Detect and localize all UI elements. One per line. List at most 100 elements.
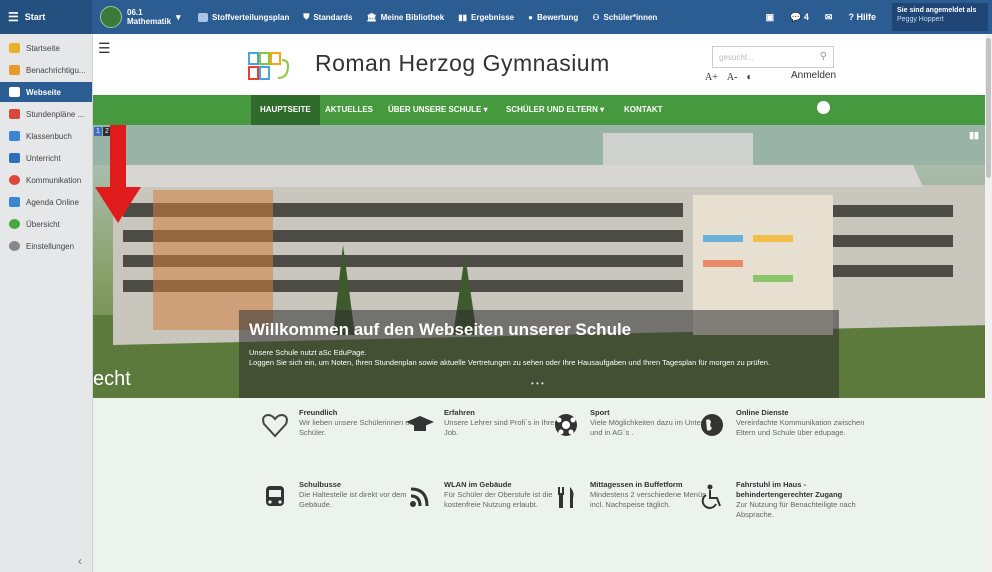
feature-online-dienste: Online Dienste Vereinfachte Kommunikatio… [701,408,866,438]
site-header: ☰ Roman Herzog Gymnasium gesucht... ⚲ A+… [93,34,985,95]
school-logo [248,52,290,80]
scrollbar-thumb[interactable] [986,38,991,178]
students-icon: ⚇ [592,12,600,22]
bus-icon [266,486,284,506]
top-bar: ☰ Start 06.1 Mathematik ▾ Stoffverteilung… [0,0,992,34]
graduation-cap-icon [406,416,434,431]
class-code: 06.1 [127,8,143,17]
nav-kontakt[interactable]: KONTAKT [624,95,663,125]
screenshot-icon[interactable]: ▣ [766,12,775,23]
accessibility-bar: A+ A- ◐ [705,72,752,83]
library-icon: 🏛 [366,12,377,22]
font-smaller-button[interactable]: A- [727,72,738,83]
star-icon [9,43,20,53]
sidebar-item-einstellungen[interactable]: Einstellungen [0,236,92,256]
sidebar-collapse-button[interactable]: ‹ [78,554,82,568]
feature-title: Fahrstuhl im Haus - behindertengerechter… [736,480,843,499]
search-icon[interactable]: ⚲ [820,51,827,62]
globe-icon [701,414,723,436]
chevron-down-icon: ▾ [176,11,181,22]
hamburger-menu-icon[interactable]: ☰ [98,40,111,57]
search-placeholder: gesucht... [719,53,754,62]
feature-title: Online Dienste [736,408,789,417]
sidebar-item-webseite[interactable]: Webseite [0,82,92,102]
mail-icon[interactable]: ✉ [825,12,833,23]
envelope-icon [9,65,20,75]
sidebar-item-kommunikation[interactable]: Kommunikation [0,170,92,190]
slider-dots[interactable]: • • • [531,379,544,388]
app-window: ☰ Start 06.1 Mathematik ▾ Stoffverteilung… [0,0,992,572]
book-icon [9,131,20,141]
feature-text: Zur Nutzung für Benachteiligte nach Absp… [736,500,856,519]
nav-schueler-und-eltern[interactable]: SCHÜLER UND ELTERN ▾ [506,95,604,125]
overview-icon [9,219,20,229]
shield-icon: ⛊ [303,12,310,21]
wheelchair-icon [701,484,721,509]
class-subject: Mathematik [127,17,172,26]
hero-title: Willkommen auf den Webseiten unserer Sch… [249,320,632,339]
class-avatar [100,6,122,28]
feature-text: Vereinfachte Kommunikation zwischen Elte… [736,418,865,437]
gear-icon [9,241,20,251]
lesson-icon [9,153,20,163]
topbar-item-bewertung[interactable]: ● Bewertung [528,13,578,22]
site-title: Roman Herzog Gymnasium [315,50,610,76]
home-icon [9,87,20,97]
features-section: Freundlich Wir lieben unsere Schülerinne… [93,398,985,572]
chat-icon: 💬 [790,11,802,22]
signed-in-label: Sie sind angemeldet als [897,7,977,14]
site-search-input[interactable]: gesucht... ⚲ [712,46,834,68]
heart-icon [262,413,288,438]
sidebar-item-unterricht[interactable]: Unterricht [0,148,92,168]
login-link[interactable]: Anmelden [791,70,836,81]
sidebar: Startseite Benachrichtigu... Webseite St… [0,34,93,572]
sidebar-item-benachrichtigungen[interactable]: Benachrichtigu... [0,60,92,80]
sidebar-item-startseite[interactable]: Startseite [0,38,92,58]
wifi-icon [410,487,429,507]
pencil-icon [9,197,20,207]
timetable-icon [9,109,20,119]
sidebar-item-uebersicht[interactable]: Übersicht [0,214,92,234]
rating-icon: ● [528,12,533,22]
class-selector[interactable]: 06.1 Mathematik ▾ [100,6,184,28]
sidebar-item-stundenplaene[interactable]: Stundenpläne ... [0,104,92,124]
user-name: Peggy Hoppert [897,16,944,23]
topbar-item-standards[interactable]: ⛊ Standards [303,12,352,22]
website-content: ☰ Roman Herzog Gymnasium gesucht... ⚲ A+… [93,34,985,572]
topbar-item-bibliothek[interactable]: 🏛 Meine Bibliothek [366,13,444,22]
soccer-ball-icon [555,414,577,436]
cutlery-icon [558,487,574,508]
topbar-item-schueler[interactable]: ⚇ Schüler*innen [592,13,657,22]
menu-icon: ☰ [8,10,19,24]
topbar-item-ergebnisse[interactable]: ▮▮ Ergebnisse [458,13,514,22]
site-nav: HAUPTSEITE AKTUELLES ÜBER UNSERE SCHULE … [93,95,985,125]
messages-badge: 4 [803,11,809,22]
red-arrow-annotation [95,125,141,223]
help-button[interactable]: ? Hilfe [848,12,876,22]
topbar-item-stoffverteilungsplan[interactable]: Stoffverteilungsplan [198,12,289,22]
bar-chart-icon: ▮▮ [458,12,467,22]
nav-hauptseite[interactable]: HAUPTSEITE [251,95,320,125]
feature-fahrstuhl: Fahrstuhl im Haus - behindertengerechter… [701,480,866,520]
hero-slider: 1 2 3 ▮▮ echt Willkommen auf den Webseit… [93,125,985,398]
help-icon: ? [848,12,854,22]
hero-line-1: Unsere Schule nutzt aSc EduPage. [249,348,367,357]
start-button[interactable]: ☰ Start [0,0,92,34]
nav-aktuelles[interactable]: AKTUELLES [325,95,373,125]
page-edit-icon[interactable] [817,101,830,114]
font-larger-button[interactable]: A+ [705,72,718,83]
sidebar-item-agenda-online[interactable]: Agenda Online [0,192,92,212]
hero-line-2: Loggen Sie sich ein, um Noten, Ihren Stu… [249,358,771,367]
sidebar-item-klassenbuch[interactable]: Klassenbuch [0,126,92,146]
scrollbar[interactable] [985,34,992,572]
communication-icon [9,175,20,185]
help-label: Hilfe [856,12,876,22]
nav-ueber-unsere-schule[interactable]: ÜBER UNSERE SCHULE ▾ [388,95,488,125]
contrast-icon[interactable]: ◐ [746,72,752,83]
messages-button[interactable]: 💬 4 [790,12,809,23]
calendar-icon [198,12,208,22]
slide-side-text: echt [93,368,131,390]
pause-icon[interactable]: ▮▮ [969,130,979,141]
start-label: Start [24,12,46,22]
user-menu[interactable]: Sie sind angemeldet als Peggy Hoppert [892,3,988,31]
